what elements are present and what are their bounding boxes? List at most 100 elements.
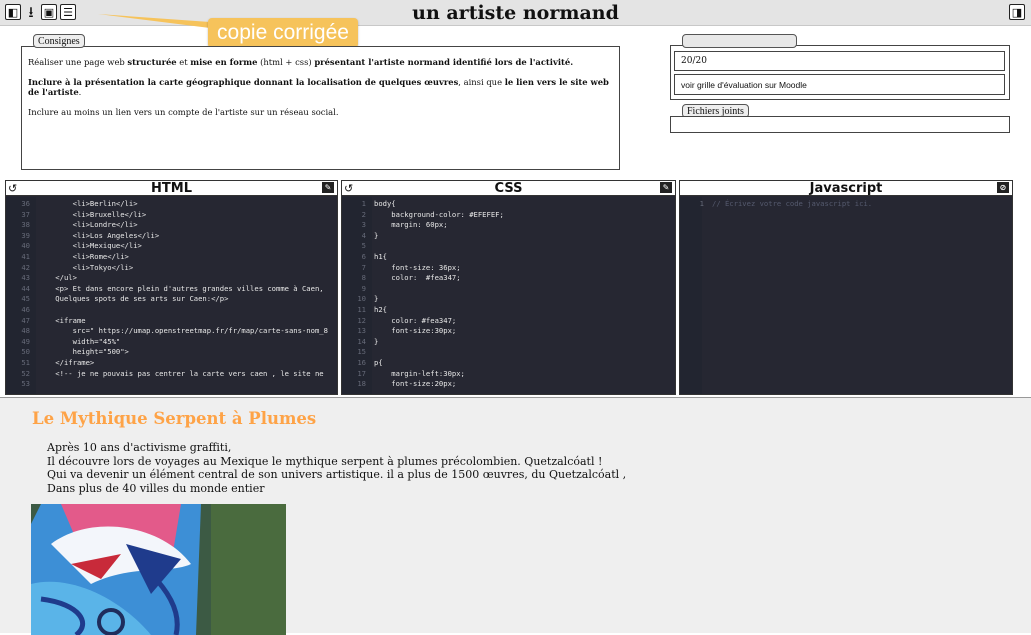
line-number: 47 <box>21 315 30 325</box>
consignes-bold: structurée <box>127 57 177 67</box>
line-number: 8 <box>361 273 366 283</box>
code-text: height="500"> <box>38 347 129 357</box>
code-text: <li>Tokyo</li> <box>38 262 134 272</box>
code-line: 15 <box>342 347 675 358</box>
preview-line: Qui va devenir un élément central de son… <box>47 468 627 481</box>
code-text: margin-left:30px; <box>374 368 465 378</box>
code-text: body{ <box>374 199 396 208</box>
preview-panel: Le Mythique Serpent à Plumes Après 10 an… <box>0 397 1031 635</box>
line-number: 40 <box>21 241 30 251</box>
student-name-tab[interactable] <box>682 34 797 48</box>
line-number: 11 <box>357 304 366 314</box>
line-number: 9 <box>361 283 366 293</box>
line-number: 37 <box>21 209 30 219</box>
code-text: src=" https://umap.openstreetmap.fr/fr/m… <box>38 326 328 336</box>
code-text: </iframe> <box>38 357 95 367</box>
code-line: 5 <box>342 241 675 252</box>
code-text: <p> Et dans encore plein d'autres grande… <box>38 283 324 293</box>
edit-icon[interactable]: ✎ <box>660 182 672 193</box>
line-number: 3 <box>361 220 366 230</box>
code-line: 17 margin-left:30px; <box>342 369 675 380</box>
line-number: 52 <box>21 368 30 378</box>
code-line: 10} <box>342 294 675 305</box>
attachments-field <box>670 116 1010 133</box>
tab-consignes[interactable]: Consignes <box>33 34 85 48</box>
line-number: 45 <box>21 294 30 304</box>
css-editor[interactable]: ↺ CSS ✎ 1 body{ 2 background-color: #EFEFE… <box>341 180 676 395</box>
code-text: font-size: 36px; <box>374 262 461 272</box>
code-line: 38 <li>Londre</li> <box>6 220 337 231</box>
code-text: background-color: #EFEFEF; <box>374 209 504 219</box>
code-line: 40 <li>Mexique</li> <box>6 241 337 252</box>
code-line: 2 background-color: #EFEFEF; <box>342 210 675 221</box>
line-number: 4 <box>361 230 366 240</box>
js-editor[interactable]: Javascript ⊘ 1 // Écrivez votre code java… <box>679 180 1013 395</box>
consignes-text: (html + css) <box>257 57 315 67</box>
code-text: margin: 60px; <box>374 220 448 230</box>
code-text: h1{ <box>374 251 387 261</box>
code-line: 39 <li>Los Angeles</li> <box>6 231 337 242</box>
code-line: 42 <li>Tokyo</li> <box>6 263 337 274</box>
consignes-bold: présentant l'artiste normand identifié l… <box>314 57 574 67</box>
code-line: 50 height="500"> <box>6 347 337 358</box>
reset-icon[interactable]: ↺ <box>344 181 353 196</box>
code-line: 36 <li>Berlin</li> <box>6 199 337 210</box>
code-line: 1 body{ <box>342 199 675 210</box>
line-number: 51 <box>21 357 30 367</box>
line-number: 13 <box>357 326 366 336</box>
code-text: font-size:20px; <box>374 379 457 389</box>
line-number: 44 <box>21 283 30 293</box>
line-number: 53 <box>21 379 30 389</box>
line-number: 43 <box>21 273 30 283</box>
code-text: </ul> <box>38 273 77 283</box>
code-line: 11 h2{ <box>342 305 675 316</box>
code-text: Quelques spots de ses arts sur Caen:</p> <box>38 294 229 304</box>
collapse-right-icon[interactable]: ◨ <box>1009 4 1025 20</box>
line-number: 12 <box>357 315 366 325</box>
code-line: 44 <p> Et dans encore plein d'autres gra… <box>6 284 337 295</box>
code-line: 13 font-size:30px; <box>342 326 675 337</box>
line-number: 5 <box>361 241 366 251</box>
js-editor-header: Javascript ⊘ <box>680 181 1012 196</box>
code-line: 18 font-size:20px; <box>342 379 675 390</box>
code-text: // Écrivez votre code javascript ici. <box>712 199 873 208</box>
code-line: 52 <!-- je ne pouvais pas centrer la car… <box>6 369 337 380</box>
line-number: 6 <box>361 251 366 261</box>
code-line: 37 <li>Bruxelle</li> <box>6 210 337 221</box>
line-number: 41 <box>21 251 30 261</box>
line-number: 48 <box>21 326 30 336</box>
mural-photo <box>31 504 286 635</box>
line-number: 7 <box>361 262 366 272</box>
html-editor[interactable]: ↺ HTML ✎ 36 <li>Berlin</li> 37 <li>Bruxel… <box>5 180 338 395</box>
js-editor-title: Javascript <box>809 181 883 196</box>
code-text: p{ <box>374 357 383 367</box>
code-text: } <box>374 336 379 346</box>
code-line: 7 font-size: 36px; <box>342 263 675 274</box>
code-line: 51 </iframe> <box>6 358 337 369</box>
reset-icon[interactable]: ↺ <box>8 181 17 196</box>
line-number: 1 <box>361 199 366 208</box>
preview-text: Après 10 ans d'activisme graffiti, Il dé… <box>47 441 626 495</box>
html-editor-title: HTML <box>151 181 192 196</box>
code-line: 45 Quelques spots de ses arts sur Caen:<… <box>6 294 337 305</box>
evaluation-note-field[interactable]: voir grille d'évaluation sur Moodle <box>674 74 1005 95</box>
code-line: 46 <box>6 305 337 316</box>
js-code[interactable]: 1 // Écrivez votre code javascript ici. <box>680 199 1012 394</box>
hide-icon[interactable]: ⊘ <box>997 182 1009 193</box>
html-editor-header: ↺ HTML ✎ <box>6 181 337 196</box>
css-editor-header: ↺ CSS ✎ <box>342 181 675 196</box>
line-number: 14 <box>357 336 366 346</box>
css-code[interactable]: 1 body{ 2 background-color: #EFEFEF; 3 marg… <box>342 199 675 394</box>
code-text: <iframe <box>38 315 86 325</box>
line-number: 42 <box>21 262 30 272</box>
code-text: <li>Los Angeles</li> <box>38 230 160 240</box>
tooltip-pointer <box>98 14 210 28</box>
code-line: 3 margin: 60px; <box>342 220 675 231</box>
consignes-bold: mise en forme <box>190 57 258 67</box>
edit-icon[interactable]: ✎ <box>322 182 334 193</box>
grade-field[interactable]: 20/20 <box>674 51 1005 71</box>
line-number: 16 <box>357 357 366 367</box>
html-code[interactable]: 36 <li>Berlin</li> 37 <li>Bruxelle</li> 38… <box>6 199 337 394</box>
line-number: 15 <box>357 347 366 357</box>
line-number: 38 <box>21 220 30 230</box>
